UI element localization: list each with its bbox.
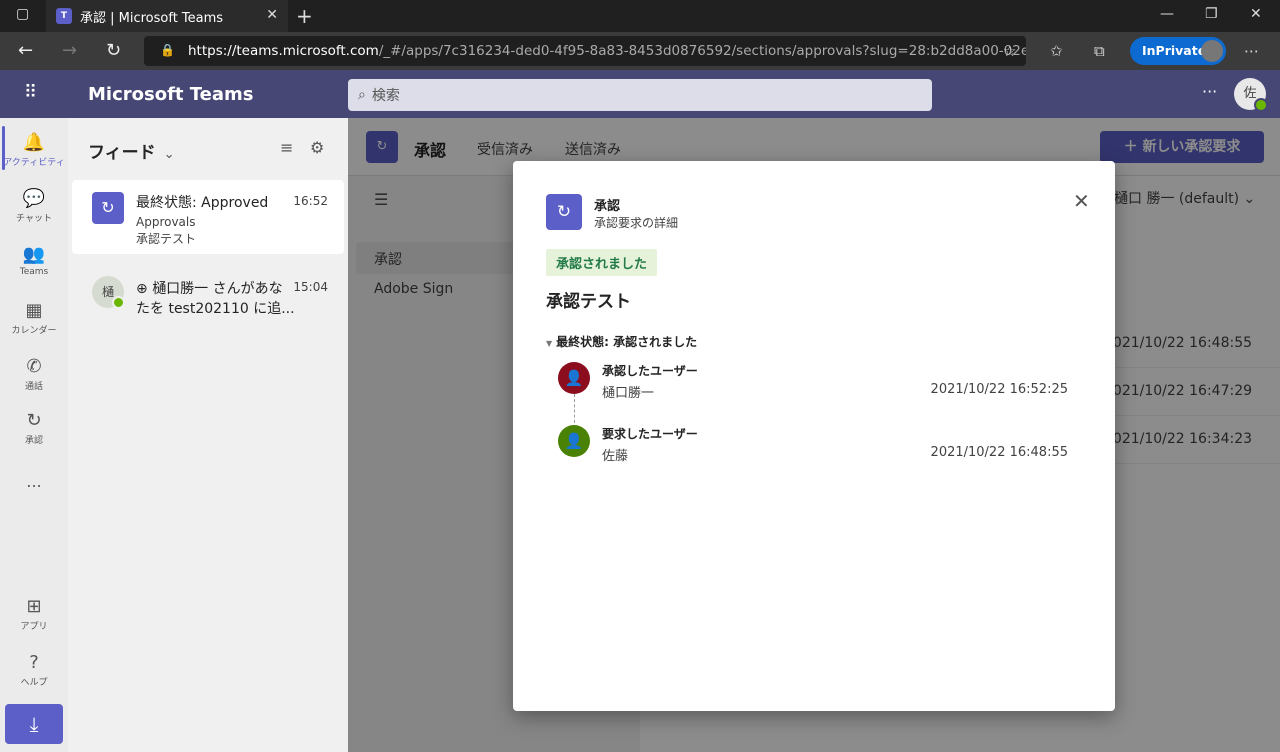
more-options-icon[interactable]: ··· xyxy=(1202,82,1217,101)
close-icon[interactable]: ✕ xyxy=(1073,189,1090,213)
rail-item-approvals[interactable]: ↻ 承認 xyxy=(0,410,68,446)
rail-item-teams[interactable]: 👥 Teams xyxy=(0,244,68,277)
feed-title[interactable]: フィード ⌄ xyxy=(88,138,175,163)
feed-item-detail: たを test202110 に追... xyxy=(136,301,295,317)
requester-row: 👤 要求したユーザー 佐藤 2021/10/22 16:48:55 xyxy=(558,425,1098,465)
help-icon: ? xyxy=(29,652,39,673)
inprivate-label: InPrivate xyxy=(1142,43,1207,58)
feed-item[interactable]: ↻ 最終状態: Approved Approvals 承認テスト 16:52 xyxy=(72,180,344,254)
rail-label: アプリ xyxy=(20,622,48,632)
collections-icon[interactable]: ⧉ xyxy=(1094,42,1105,60)
minimize-icon[interactable]: — xyxy=(1160,6,1174,22)
tab-actions-icon[interactable]: ▢ xyxy=(16,6,29,22)
chevron-down-icon: ⌄ xyxy=(163,147,175,162)
teams-header: ⠿ Microsoft Teams ⌕ 検索 ··· 佐 xyxy=(0,70,1280,118)
activity-feed: フィード ⌄ ≡ ⚙ ↻ 最終状態: Approved Approvals 承認テ… xyxy=(68,118,348,752)
download-icon: ⤓ xyxy=(29,712,39,736)
feed-item-time: 16:52 xyxy=(293,194,328,208)
search-input[interactable]: ⌕ 検索 xyxy=(348,79,932,111)
close-tab-icon[interactable]: ✕ xyxy=(266,7,278,23)
rail-label: チャット xyxy=(16,214,52,224)
dialog-subtitle: 承認要求の詳細 xyxy=(594,216,679,230)
status-badge: 承認されました xyxy=(546,249,658,276)
rail-item-more[interactable]: ... xyxy=(0,472,68,491)
settings-more-icon[interactable]: ⋯ xyxy=(1244,42,1259,60)
avatar[interactable]: 佐 xyxy=(1234,78,1268,112)
rail-label: 承認 xyxy=(24,436,43,446)
person-icon: 👤 xyxy=(558,425,590,457)
browser-tabbar: ▢ T 承認 | Microsoft Teams ✕ + — ❐ ✕ xyxy=(0,0,1280,32)
url-input[interactable]: 🔒 https://teams.microsoft.com/_#/apps/7c… xyxy=(144,36,1026,66)
restore-icon[interactable]: ❐ xyxy=(1205,6,1218,22)
approver-name: 樋口勝一 xyxy=(602,386,655,401)
app-title: Microsoft Teams xyxy=(88,84,254,105)
gear-icon[interactable]: ⚙ xyxy=(310,138,324,157)
teams-favicon-icon: T xyxy=(56,8,72,24)
bell-icon: 🔔 xyxy=(22,132,46,153)
requester-name: 佐藤 xyxy=(602,449,629,464)
triangle-down-icon: ▼ xyxy=(546,339,553,348)
requester-date: 2021/10/22 16:48:55 xyxy=(930,445,1068,460)
url-path: /_#/apps/7c316234-ded0-4f95-8a83-8453d08… xyxy=(378,43,1026,59)
phone-icon: ✆ xyxy=(26,356,42,377)
forward-icon[interactable]: → xyxy=(62,40,77,61)
new-tab-icon[interactable]: + xyxy=(296,4,313,28)
feed-item-time: 15:04 xyxy=(293,280,328,294)
dialog-title: 承認 xyxy=(594,199,621,214)
final-state-label: 最終状態: 承認されました xyxy=(556,335,698,349)
app-rail: 🔔 アクティビティ 💬 チャット 👥 Teams ▦ カレンダー ✆ 通話 ↻ 承認 ...… xyxy=(0,118,68,752)
favorites-icon[interactable]: ✩ xyxy=(1050,42,1063,60)
approver-row: 👤 承認したユーザー 樋口勝一 2021/10/22 16:52:25 xyxy=(558,362,1098,402)
rail-label: Teams xyxy=(19,267,49,277)
teams-icon: 👥 xyxy=(22,244,46,265)
feed-item[interactable]: 樋 ⊕ 樋口勝一 さんがあな たを test202110 に追... 15:04 xyxy=(72,266,344,340)
feed-item-title-text: 樋口勝一 さんがあな xyxy=(152,281,283,297)
inprivate-button[interactable]: InPrivate xyxy=(1130,37,1226,65)
add-favorite-icon[interactable]: ☆ xyxy=(1003,42,1016,60)
chat-icon: 💬 xyxy=(22,188,46,209)
rail-item-calendar[interactable]: ▦ カレンダー xyxy=(0,300,68,336)
approval-details-dialog: ↻ 承認 承認要求の詳細 ✕ 承認されました 承認テスト ▼ 最終状態: 承認され… xyxy=(513,161,1115,711)
final-state-toggle[interactable]: ▼ 最終状態: 承認されました xyxy=(546,333,697,350)
close-window-icon[interactable]: ✕ xyxy=(1250,6,1262,22)
approver-role: 承認したユーザー xyxy=(602,364,698,378)
lock-icon: 🔒 xyxy=(160,43,175,57)
add-user-icon: ⊕ xyxy=(136,281,153,297)
apps-icon: ⊞ xyxy=(26,596,42,617)
approvals-icon: ↻ xyxy=(546,194,582,230)
calendar-icon: ▦ xyxy=(25,300,43,321)
refresh-icon[interactable]: ↻ xyxy=(106,40,121,61)
person-icon: 👤 xyxy=(558,362,590,394)
rail-label: アクティビティ xyxy=(3,158,65,168)
approvals-icon: ↻ xyxy=(26,410,42,431)
url-host: https://teams.microsoft.com xyxy=(188,43,379,59)
address-bar-row: ← → ↻ 🔒 https://teams.microsoft.com/_#/a… xyxy=(0,32,1280,70)
profile-avatar xyxy=(1201,40,1223,62)
timeline-connector xyxy=(574,394,575,428)
browser-tab[interactable]: T 承認 | Microsoft Teams ✕ xyxy=(46,0,288,32)
feed-avatar: 樋 xyxy=(92,276,125,309)
rail-item-calls[interactable]: ✆ 通話 xyxy=(0,356,68,392)
feed-title-text: フィード xyxy=(88,143,156,163)
back-icon[interactable]: ← xyxy=(18,40,33,61)
rail-label: 通話 xyxy=(24,382,43,392)
feed-item-source: Approvals xyxy=(136,215,196,229)
filter-icon[interactable]: ≡ xyxy=(280,138,293,157)
rail-item-chat[interactable]: 💬 チャット xyxy=(0,188,68,224)
requester-role: 要求したユーザー xyxy=(602,427,698,441)
rail-item-apps[interactable]: ⊞ アプリ xyxy=(0,596,68,632)
rail-item-activity[interactable]: 🔔 アクティビティ xyxy=(0,126,68,170)
rail-item-help[interactable]: ? ヘルプ xyxy=(0,652,68,688)
search-placeholder: 検索 xyxy=(371,88,400,104)
app-launcher-icon[interactable]: ⠿ xyxy=(24,82,38,103)
request-title: 承認テスト xyxy=(546,292,631,312)
rail-label: ヘルプ xyxy=(20,678,48,688)
approver-date: 2021/10/22 16:52:25 xyxy=(930,382,1068,397)
download-button[interactable]: ⤓ xyxy=(5,704,63,744)
tab-title: 承認 | Microsoft Teams xyxy=(80,10,224,26)
approvals-app-icon: ↻ xyxy=(92,192,124,224)
rail-label: カレンダー xyxy=(11,326,57,336)
search-icon: ⌕ xyxy=(358,87,366,103)
feed-item-detail: 承認テスト xyxy=(136,232,197,246)
